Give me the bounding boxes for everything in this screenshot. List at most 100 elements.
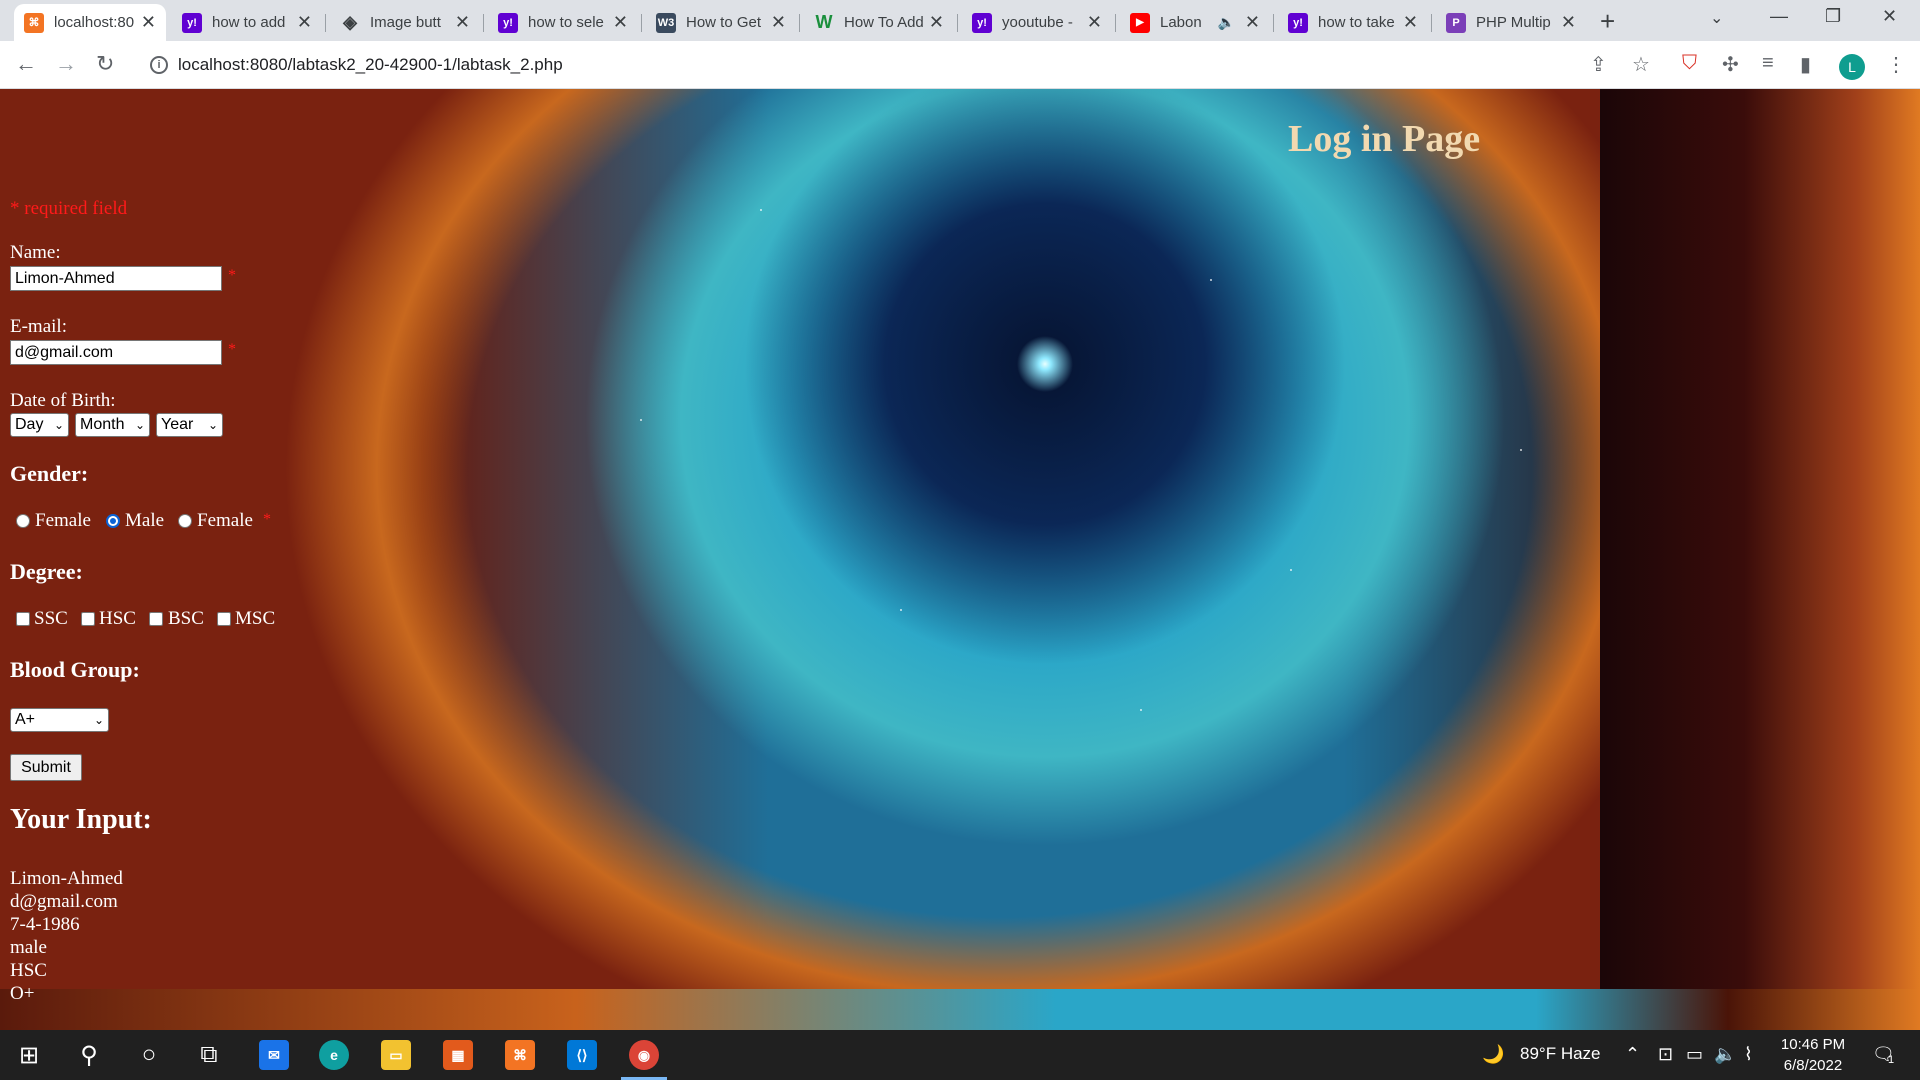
- xampp-icon: ⌘: [24, 12, 44, 33]
- gender-heading: Gender:: [10, 461, 89, 486]
- close-icon[interactable]: ✕: [297, 12, 312, 33]
- tab-title: how to take: [1318, 14, 1395, 31]
- clock-time: 10:46 PM: [1780, 1036, 1846, 1053]
- share-icon[interactable]: ⇪: [1590, 52, 1607, 77]
- chrome-app-icon[interactable]: ◉: [615, 1030, 673, 1080]
- degree-checkbox-bsc[interactable]: [149, 612, 163, 626]
- gender-radio-male[interactable]: [106, 514, 120, 528]
- speaker-icon[interactable]: 🔈: [1217, 14, 1234, 31]
- output-line: O+: [10, 983, 35, 1004]
- maximize-button[interactable]: ❐: [1825, 6, 1841, 27]
- tab-localhost[interactable]: ⌘ localhost:80 ✕: [14, 4, 166, 41]
- email-required-mark: *: [228, 341, 236, 358]
- close-icon[interactable]: ✕: [1245, 12, 1260, 33]
- side-panel-icon[interactable]: ▮: [1800, 52, 1811, 77]
- dob-month-select[interactable]: Month ⌄: [75, 413, 150, 437]
- battery-icon[interactable]: ▭: [1686, 1044, 1703, 1065]
- forward-arrow-icon[interactable]: →: [55, 51, 77, 77]
- cortana-icon[interactable]: ○: [120, 1030, 178, 1080]
- dob-year-select[interactable]: Year ⌄: [156, 413, 223, 437]
- submit-button[interactable]: Submit: [10, 754, 82, 781]
- degree-checkbox-hsc[interactable]: [81, 612, 95, 626]
- close-icon[interactable]: ✕: [1561, 12, 1576, 33]
- tab-divider: [1115, 14, 1116, 32]
- email-input[interactable]: d@gmail.com: [10, 340, 222, 365]
- close-icon[interactable]: ✕: [455, 12, 470, 33]
- edge-app-icon[interactable]: e: [305, 1030, 363, 1080]
- gender-radio-female-2[interactable]: [178, 514, 192, 528]
- output-heading: Your Input:: [10, 804, 152, 835]
- profile-avatar[interactable]: L: [1839, 54, 1865, 80]
- tab-title: localhost:80: [54, 14, 135, 31]
- windows-start-icon[interactable]: ⊞: [0, 1030, 58, 1080]
- tab-how-to-add-2[interactable]: W How To Add ✕: [804, 4, 954, 41]
- degree-checkbox-msc[interactable]: [217, 612, 231, 626]
- tab-title: How to Get: [686, 14, 762, 31]
- background-star: [1520, 449, 1522, 451]
- file-explorer-icon[interactable]: ▭: [367, 1030, 425, 1080]
- gender-required-mark: *: [263, 511, 271, 528]
- chevron-up-icon[interactable]: ⌃: [1625, 1044, 1640, 1065]
- reload-icon[interactable]: ↻: [96, 51, 114, 77]
- vscode-app-icon[interactable]: ⟨⟩: [553, 1030, 611, 1080]
- tab-php-multiple[interactable]: P PHP Multip ✕: [1436, 4, 1586, 41]
- meet-now-icon[interactable]: ⊡: [1658, 1044, 1673, 1065]
- new-tab-button[interactable]: +: [1600, 6, 1615, 37]
- tab-how-to-take[interactable]: y! how to take ✕: [1278, 4, 1428, 41]
- menu-dots-icon[interactable]: ⋮: [1886, 52, 1906, 77]
- close-icon[interactable]: ✕: [771, 12, 786, 33]
- search-icon[interactable]: ⚲: [60, 1030, 118, 1080]
- clock-date: 6/8/2022: [1783, 1057, 1843, 1074]
- info-icon[interactable]: i: [150, 56, 168, 74]
- close-icon[interactable]: ✕: [141, 12, 156, 33]
- taskbar-clock[interactable]: 10:46 PM 6/8/2022: [1768, 1034, 1858, 1076]
- weather-moon-icon[interactable]: 🌙: [1482, 1044, 1504, 1065]
- task-view-icon[interactable]: ⧉: [180, 1030, 238, 1080]
- degree-option-label: MSC: [235, 608, 276, 629]
- xampp-app-icon[interactable]: ⌘: [491, 1030, 549, 1080]
- tab-title: yooutube -: [1002, 14, 1073, 31]
- output-line: HSC: [10, 960, 47, 981]
- close-icon[interactable]: ✕: [929, 12, 944, 33]
- tab-title: how to add: [212, 14, 286, 31]
- back-arrow-icon[interactable]: ←: [15, 51, 37, 77]
- extension-shield-icon[interactable]: ⛉: [1682, 52, 1697, 75]
- tab-image-button[interactable]: ◈ Image butt ✕: [330, 4, 480, 41]
- wifi-icon[interactable]: ⌇: [1744, 1044, 1753, 1065]
- output-line: Limon-Ahmed: [10, 868, 123, 889]
- microsoft-store-icon[interactable]: ▦: [429, 1030, 487, 1080]
- dob-month-value: Month: [80, 416, 125, 433]
- dob-day-value: Day: [15, 416, 44, 433]
- tab-search-icon[interactable]: ⌄: [1710, 8, 1723, 28]
- dob-day-select[interactable]: Day ⌄: [10, 413, 69, 437]
- name-input[interactable]: Limon-Ahmed: [10, 266, 222, 291]
- chevron-down-icon: ⌄: [93, 713, 104, 727]
- close-icon[interactable]: ✕: [1087, 12, 1102, 33]
- close-icon[interactable]: ✕: [1403, 12, 1418, 33]
- mail-app-icon[interactable]: ✉: [245, 1030, 303, 1080]
- tab-yooutube[interactable]: y! yooutube - ✕: [962, 4, 1112, 41]
- page-viewport: Log in Page * required field Name: Limon…: [0, 89, 1920, 1030]
- volume-icon[interactable]: 🔈: [1714, 1044, 1736, 1065]
- tab-labon[interactable]: ▶ Labon 🔈 ✕: [1120, 4, 1270, 41]
- php-icon: P: [1446, 12, 1466, 33]
- yahoo-icon: y!: [972, 12, 992, 33]
- minimize-button[interactable]: —: [1770, 6, 1788, 27]
- close-icon[interactable]: ✕: [613, 12, 628, 33]
- blood-group-select[interactable]: A+ ⌄: [10, 708, 109, 732]
- gender-radio-female[interactable]: [16, 514, 30, 528]
- tab-how-to-select[interactable]: y! how to sele ✕: [488, 4, 638, 41]
- background-star: [1290, 569, 1292, 571]
- tab-title: how to sele: [528, 14, 604, 31]
- bookmark-star-icon[interactable]: ☆: [1632, 52, 1650, 77]
- tab-how-to-get[interactable]: W3 How to Get ✕: [646, 4, 796, 41]
- address-bar[interactable]: i localhost:8080/labtask2_20-42900-1/lab…: [140, 47, 1660, 83]
- close-window-button[interactable]: ✕: [1882, 6, 1897, 27]
- degree-option-label: HSC: [99, 608, 136, 629]
- media-queue-icon[interactable]: ≡: [1762, 52, 1774, 75]
- degree-checkbox-ssc[interactable]: [16, 612, 30, 626]
- puzzle-icon[interactable]: ✣: [1722, 52, 1739, 77]
- yahoo-icon: y!: [498, 12, 518, 33]
- tab-how-to-add[interactable]: y! how to add ✕: [172, 4, 322, 41]
- weather-text[interactable]: 89°F Haze: [1520, 1044, 1601, 1064]
